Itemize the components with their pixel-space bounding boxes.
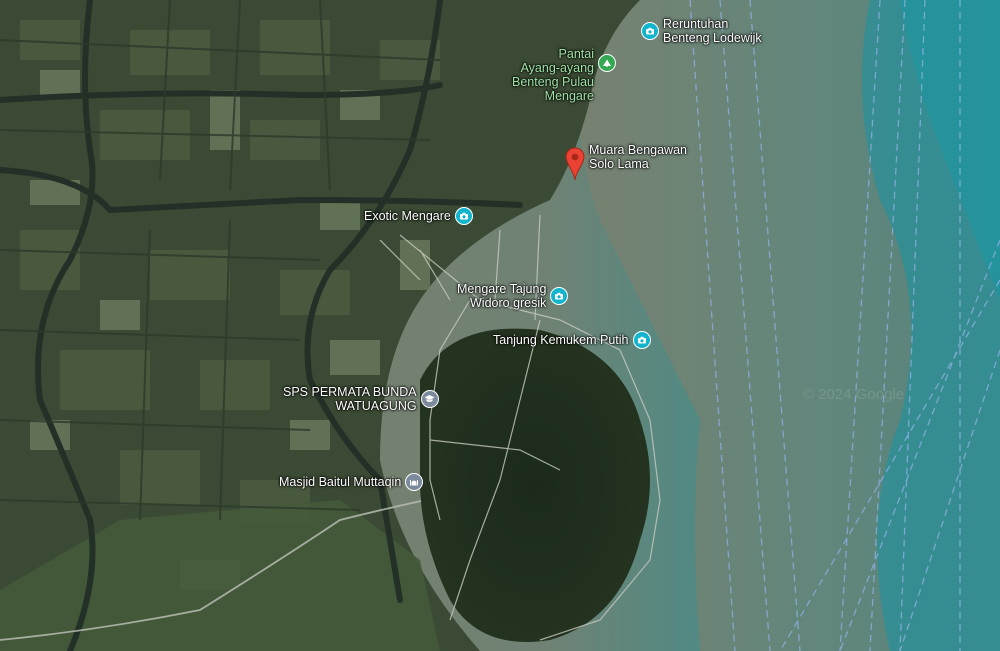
poi-label-line: Ayang-ayang xyxy=(520,61,594,75)
poi-label-line: Solo Lama xyxy=(589,157,649,171)
satellite-map[interactable]: © 2024 Google Reruntuhan Benteng Lodewij… xyxy=(0,0,1000,651)
maritime-boundary-lines xyxy=(689,0,1000,651)
poi-label: Reruntuhan Benteng Lodewijk xyxy=(663,17,762,45)
poi-label-line: Pantai xyxy=(558,47,594,61)
mosque-icon xyxy=(405,473,424,491)
poi-masjid-baitul-muttaqin[interactable]: Masjid Baitul Muttaqin xyxy=(279,473,424,491)
poi-reruntuhan-benteng-lodewijk[interactable]: Reruntuhan Benteng Lodewijk xyxy=(641,17,762,45)
poi-label-line: Muara Bengawan xyxy=(589,143,687,157)
poi-muara-bengawan-solo-lama[interactable]: Muara Bengawan Solo Lama xyxy=(565,143,687,181)
poi-label: Pantai Ayang-ayang Benteng Pulau Mengare xyxy=(502,47,594,103)
poi-label: Muara Bengawan Solo Lama xyxy=(589,143,687,171)
camera-icon xyxy=(454,207,473,225)
red-location-pin-icon xyxy=(565,147,585,181)
poi-label: Tanjung Kemukem Putih xyxy=(493,333,629,347)
camera-icon xyxy=(550,287,569,305)
camera-icon xyxy=(641,22,659,40)
poi-mengare-tajung-widoro[interactable]: Mengare Tajung Widoro gresik xyxy=(457,282,569,310)
poi-label-line: Mengare xyxy=(544,89,594,103)
poi-exotic-mengare[interactable]: Exotic Mengare xyxy=(364,207,473,225)
poi-tanjung-kemukem-putih[interactable]: Tanjung Kemukem Putih xyxy=(493,331,651,349)
poi-label: Mengare Tajung Widoro gresik xyxy=(457,282,546,310)
map-watermark: © 2024 Google xyxy=(803,386,905,403)
poi-label: SPS PERMATA BUNDA WATUAGUNG xyxy=(283,385,417,413)
poi-label-line: Benteng Pulau xyxy=(511,75,594,89)
poi-label: Exotic Mengare xyxy=(364,209,451,223)
poi-label: Masjid Baitul Muttaqin xyxy=(279,475,402,489)
poi-pantai-ayang-ayang[interactable]: Pantai Ayang-ayang Benteng Pulau Mengare xyxy=(502,47,616,103)
poi-label-line: Mengare Tajung xyxy=(457,282,547,296)
camera-icon xyxy=(632,331,651,349)
poi-label-line: SPS PERMATA BUNDA xyxy=(283,385,417,399)
poi-label-line: WATUAGUNG xyxy=(335,399,417,413)
school-icon xyxy=(420,390,439,408)
park-icon xyxy=(598,54,616,72)
poi-label-line: Reruntuhan xyxy=(663,17,729,31)
poi-label-line: Benteng Lodewijk xyxy=(663,31,762,45)
poi-sps-permata-bunda[interactable]: SPS PERMATA BUNDA WATUAGUNG xyxy=(283,385,439,413)
poi-label-line: Widoro gresik xyxy=(470,296,547,310)
